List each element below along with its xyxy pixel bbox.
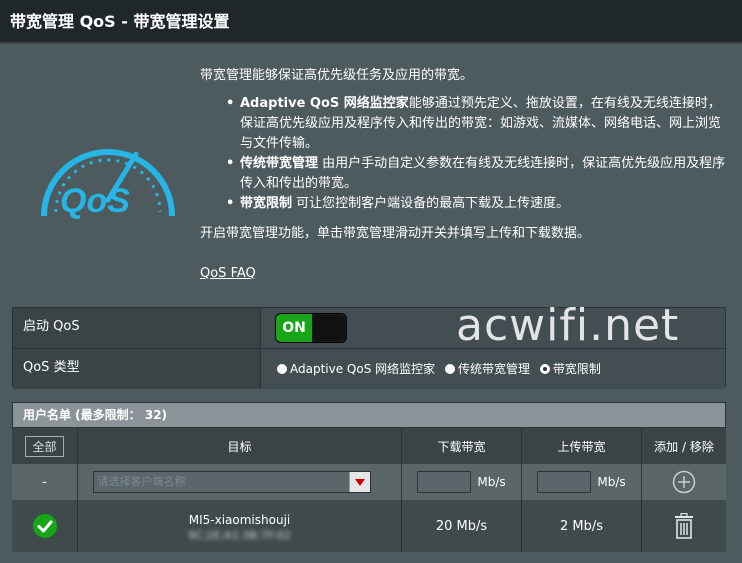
toggle-on-label: ON <box>276 314 312 342</box>
client-select[interactable]: 请选择客户端名称 <box>92 471 371 493</box>
page-title: 带宽管理 QoS - 带宽管理设置 <box>0 0 742 44</box>
client-select-placeholder: 请选择客户端名称 <box>97 475 186 488</box>
upload-unit: Mb/s <box>597 475 626 489</box>
watermark: acwifi.net <box>456 300 680 351</box>
intro-tail: 开启带宽管理功能，单击带宽管理滑动开关并填写上传和下载数据。 <box>200 226 591 241</box>
device-upload: 2 Mb/s <box>522 500 642 552</box>
type-row: QoS 类型 Adaptive QoS 网络监控家 传统带宽管理 带宽限制 <box>13 348 725 389</box>
radio-adaptive-qos[interactable]: Adaptive QoS 网络监控家 <box>277 360 435 377</box>
intro: 带宽管理能够保证高优先级任务及应用的带宽。 Adaptive QoS 网络监控家… <box>200 66 730 244</box>
toggle-knob <box>313 315 345 341</box>
qos-toggle[interactable]: ON <box>275 313 347 343</box>
add-icon[interactable] <box>672 470 696 494</box>
trash-icon[interactable] <box>673 513 695 539</box>
qos-logo: QoS <box>41 149 175 220</box>
column-upload: 上传带宽 <box>522 428 642 464</box>
qos-faq-link[interactable]: QoS FAQ <box>200 266 256 281</box>
intro-lead: 带宽管理能够保证高优先级任务及应用的带宽。 <box>200 68 474 83</box>
type-label: QoS 类型 <box>13 349 261 389</box>
select-all-button[interactable]: 全部 <box>25 435 64 457</box>
intro-item: Adaptive QoS 网络监控家能够通过预先定义、拖放设置，在有线及无线连接… <box>226 94 730 154</box>
column-download: 下载带宽 <box>402 428 522 464</box>
intro-item: 传统带宽管理 由用户手动自定义参数在有线及无线连接时，保证高优先级应用及程序传入… <box>226 154 730 194</box>
table-row: MI5-xiaomishouji 9C:2E:A1:3B:7F:02 20 Mb… <box>12 500 726 552</box>
column-action: 添加 / 移除 <box>654 439 714 454</box>
download-input[interactable] <box>417 471 472 493</box>
device-name: MI5-xiaomishouji <box>188 512 291 527</box>
check-icon <box>32 514 57 538</box>
add-row: - 请选择客户端名称 Mb/s Mb/s <box>12 464 726 500</box>
upload-input[interactable] <box>537 471 592 493</box>
column-target: 目标 <box>78 428 402 464</box>
intro-item: 带宽限制 可让您控制客户端设备的最高下载及上传速度。 <box>226 194 730 214</box>
download-unit: Mb/s <box>477 475 506 489</box>
user-list-table: 用户名单 (最多限制： 32) 全部 目标 下载带宽 上传带宽 添加 / 移除 … <box>12 402 726 552</box>
user-list-header: 用户名单 (最多限制： 32) <box>12 402 726 428</box>
logo-text: QoS <box>60 182 130 220</box>
intro-list: Adaptive QoS 网络监控家能够通过预先定义、拖放设置，在有线及无线连接… <box>200 94 730 214</box>
qos-type-radio-group: Adaptive QoS 网络监控家 传统带宽管理 带宽限制 <box>277 360 607 377</box>
radio-traditional-qos[interactable]: 传统带宽管理 <box>444 360 530 377</box>
add-row-dash: - <box>12 464 78 500</box>
enable-label: 启动 QoS <box>13 308 261 348</box>
device-mac: 9C:2E:A1:3B:7F:02 <box>188 528 291 542</box>
device-download: 20 Mb/s <box>402 500 522 552</box>
chevron-down-icon[interactable] <box>348 472 370 492</box>
radio-bandwidth-limiter[interactable]: 带宽限制 <box>539 360 601 377</box>
column-headers: 全部 目标 下载带宽 上传带宽 添加 / 移除 <box>12 428 726 464</box>
